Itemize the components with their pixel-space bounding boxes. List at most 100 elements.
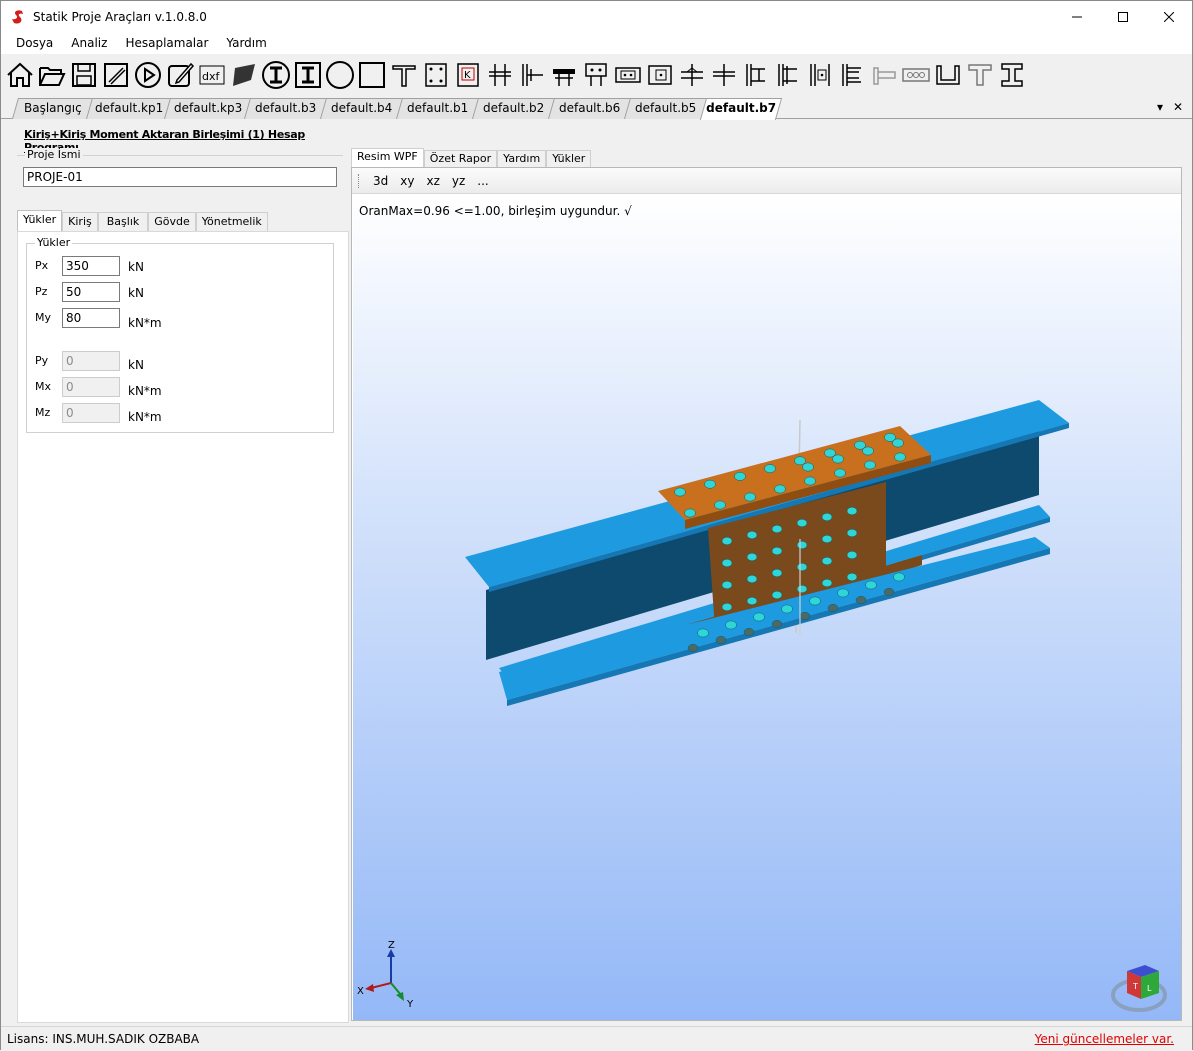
doc-tab-b2[interactable]: default.b2 [471, 98, 557, 119]
nut [715, 636, 727, 644]
px-input[interactable]: 350 [62, 256, 120, 276]
edit-icon[interactable] [164, 58, 196, 92]
bolt [893, 572, 905, 582]
pz-label: Pz [35, 285, 48, 298]
update-link[interactable]: Yeni güncellemeler var. [1035, 1032, 1174, 1046]
i-beam-circle-icon[interactable] [260, 58, 292, 92]
nut [883, 588, 895, 596]
bolt [764, 464, 776, 473]
menu-yardim[interactable]: Yardım [217, 32, 275, 54]
tab-govde[interactable]: Gövde [148, 212, 196, 231]
view-toolbar: 3d xy xz yz ... [352, 168, 1181, 194]
bolt [684, 508, 696, 518]
end-plate-icon[interactable] [516, 58, 548, 92]
home-icon[interactable] [4, 58, 36, 92]
menu-analiz[interactable]: Analiz [62, 32, 116, 54]
doc-tab-b6[interactable]: default.b6 [547, 98, 633, 119]
tab-yukler[interactable]: Yükler [17, 210, 63, 231]
open-folder-icon[interactable] [36, 58, 68, 92]
bolt [771, 547, 783, 555]
tab-resim-wpf[interactable]: Resim WPF [351, 148, 424, 168]
stiffener-icon[interactable] [868, 58, 900, 92]
shear-connection-icon[interactable] [708, 58, 740, 92]
column-bolted-icon[interactable] [772, 58, 804, 92]
gusset-icon[interactable] [836, 58, 868, 92]
tab-yonetmelik[interactable]: Yönetmelik [195, 212, 268, 231]
doc-tab-b3[interactable]: default.b3 [243, 98, 329, 119]
column-splice-icon[interactable] [740, 58, 772, 92]
results-pane: Resim WPF Özet Rapor Yardım Yükler 3d xy… [349, 147, 1183, 1023]
play-icon[interactable] [132, 58, 164, 92]
axis-y-label: Y [406, 999, 414, 1010]
license-text: Lisans: INS.MUH.SADIK OZBABA [7, 1032, 200, 1046]
view-xz-button[interactable]: xz [420, 174, 445, 188]
beam-connection-icon[interactable] [484, 58, 516, 92]
bolt [714, 500, 726, 510]
save-icon[interactable] [68, 58, 100, 92]
parameter-tabs: Yükler Kiriş Başlık Gövde Yönetmelik [17, 210, 268, 231]
doc-tab-b5[interactable]: default.b5 [623, 98, 709, 119]
column-base-plate-icon[interactable] [420, 58, 452, 92]
project-name-input[interactable]: PROJE-01 [23, 167, 337, 187]
square-section-icon[interactable] [356, 58, 388, 92]
px-label: Px [35, 259, 49, 272]
bolt [794, 456, 806, 466]
menu-hesaplamalar[interactable]: Hesaplamalar [116, 32, 217, 54]
tab-ozet-rapor[interactable]: Özet Rapor [423, 150, 498, 168]
bolt [821, 535, 833, 543]
close-tab-icon[interactable]: ✕ [1173, 100, 1183, 114]
doc-tab-b7[interactable]: default.b7 [699, 98, 783, 120]
flange-plate-icon[interactable] [548, 58, 580, 92]
close-button[interactable] [1146, 1, 1192, 32]
i-section-icon[interactable] [996, 58, 1028, 92]
channel-icon[interactable] [932, 58, 964, 92]
doc-tab-kp1[interactable]: default.kp1 [85, 98, 173, 119]
splice-plate-icon[interactable] [644, 58, 676, 92]
3d-viewport[interactable]: OranMax=0.96 <=1.00, birleşim uygundur. … [353, 195, 1181, 1020]
bolt [824, 448, 836, 458]
doc-tab-b1[interactable]: default.b1 [395, 98, 481, 119]
doc-tab-kp3[interactable]: default.kp3 [163, 98, 253, 119]
bolt [832, 454, 844, 464]
doc-tab-b4[interactable]: default.b4 [319, 98, 405, 119]
my-input[interactable]: 80 [62, 308, 120, 328]
view-yz-button[interactable]: yz [446, 174, 471, 188]
app-window: Statik Proje Araçları v.1.0.8.0 Dosya An… [0, 0, 1193, 1051]
bolt [734, 472, 746, 481]
pz-input[interactable]: 50 [62, 282, 120, 302]
view-more-button[interactable]: ... [471, 174, 494, 188]
mx-unit: kN*m [128, 384, 162, 398]
view-xy-button[interactable]: xy [394, 174, 420, 188]
menu-dosya[interactable]: Dosya [1, 32, 62, 54]
tab-list-dropdown-icon[interactable]: ▾ [1157, 100, 1163, 114]
i-beam-square-icon[interactable] [292, 58, 324, 92]
drawing-panel: 3d xy xz yz ... OranMax=0.96 <=1.00, bir… [351, 167, 1182, 1021]
menu-bar: Dosya Analiz Hesaplamalar Yardım [1, 32, 1192, 54]
maximize-button[interactable] [1100, 1, 1146, 32]
bolt [796, 585, 808, 593]
bolt [846, 551, 858, 559]
beam-splice-icon[interactable] [580, 58, 612, 92]
bolt-row-icon[interactable] [900, 58, 932, 92]
tab-yukler-result[interactable]: Yükler [546, 150, 592, 168]
view-cube-icon[interactable]: T L [1111, 957, 1171, 1017]
surface-icon[interactable] [228, 58, 260, 92]
t-section-icon[interactable] [388, 58, 420, 92]
parameters-pane: Kiriş+Kiriş Moment Aktaran Birleşimi (1)… [9, 121, 349, 1023]
doc-tab-baslangic[interactable]: Başlangıç [11, 98, 95, 119]
toolbar-grip[interactable] [358, 173, 361, 188]
moment-connection-icon[interactable] [612, 58, 644, 92]
tab-baslik[interactable]: Başlık [97, 212, 149, 231]
edit-pencil-icon[interactable] [100, 58, 132, 92]
tab-yardim[interactable]: Yardım [497, 150, 547, 168]
view-3d-button[interactable]: 3d [367, 174, 394, 188]
circle-section-icon[interactable] [324, 58, 356, 92]
k-plate-icon[interactable]: K [452, 58, 484, 92]
mz-unit: kN*m [128, 410, 162, 424]
tee-icon[interactable] [964, 58, 996, 92]
tab-kiris[interactable]: Kiriş [62, 212, 98, 231]
web-plate-icon[interactable] [676, 58, 708, 92]
minimize-button[interactable] [1054, 1, 1100, 32]
beam-column-icon[interactable] [804, 58, 836, 92]
dxf-icon[interactable]: dxf [196, 58, 228, 92]
